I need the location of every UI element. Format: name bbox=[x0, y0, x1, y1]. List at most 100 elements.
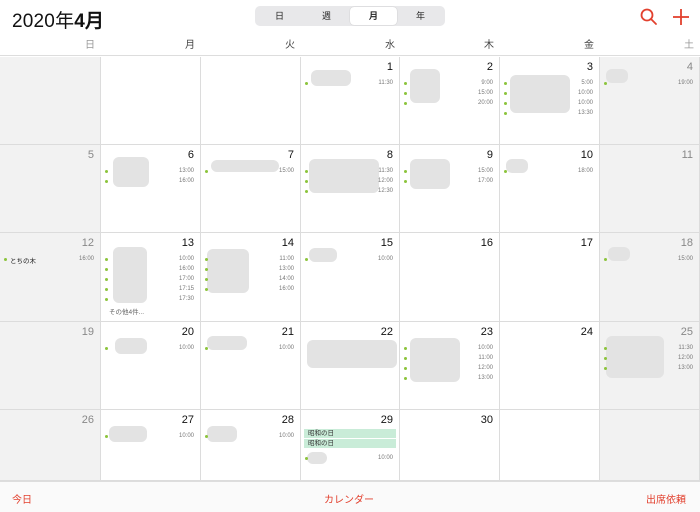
calendar-event[interactable]: 11:30 bbox=[305, 79, 395, 89]
calendar-event[interactable]: 10:00 bbox=[105, 344, 196, 354]
day-cell[interactable]: 18 15:00 bbox=[600, 233, 700, 322]
day-cell[interactable]: 11 bbox=[600, 145, 700, 233]
event-time: 11:30 bbox=[678, 345, 693, 351]
day-cell[interactable]: 23 10:00 11:00 12:00 13:00 bbox=[400, 322, 500, 410]
calendar-event[interactable]: 20:00 bbox=[404, 99, 495, 109]
holiday-banner[interactable]: 昭和の日 bbox=[304, 439, 396, 448]
calendar-event[interactable]: 10:00 bbox=[305, 454, 395, 464]
calendar-event[interactable]: 11:30 bbox=[305, 167, 395, 177]
calendar-event[interactable]: 17:00 bbox=[105, 275, 196, 285]
inbox-button[interactable]: 出席依頼 bbox=[646, 491, 686, 506]
calendar-event[interactable]: 10:00 bbox=[205, 432, 296, 442]
holiday-banner[interactable]: 昭和の日 bbox=[304, 429, 396, 438]
calendar-event[interactable]: 12:00 bbox=[404, 364, 495, 374]
calendars-button[interactable]: カレンダー bbox=[324, 491, 374, 506]
calendar-event[interactable]: 17:00 bbox=[404, 177, 495, 187]
event-time: 15:00 bbox=[677, 256, 693, 262]
calendar-event[interactable]: とちの木 16:00 bbox=[4, 255, 96, 265]
search-icon[interactable] bbox=[638, 6, 660, 28]
calendar-event[interactable]: 15:00 bbox=[404, 89, 495, 99]
day-cell[interactable]: 12 とちの木 16:00 bbox=[0, 233, 101, 322]
day-cell[interactable] bbox=[600, 410, 700, 481]
day-cell[interactable] bbox=[500, 410, 600, 481]
day-cell[interactable]: 16 bbox=[400, 233, 500, 322]
day-cell[interactable]: 30 bbox=[400, 410, 500, 481]
day-cell[interactable]: 3 5:00 10:00 10:00 13:30 bbox=[500, 57, 600, 145]
calendar-event[interactable]: 5:00 bbox=[504, 79, 595, 89]
calendar-event[interactable]: 19:00 bbox=[604, 79, 695, 89]
day-cell[interactable] bbox=[0, 57, 101, 145]
day-cell[interactable]: 8 11:30 12:00 12:30 bbox=[301, 145, 400, 233]
calendar-event[interactable]: 10:00 bbox=[305, 255, 395, 265]
calendar-event[interactable]: 16:00 bbox=[205, 285, 296, 295]
day-cell[interactable]: 20 10:00 bbox=[101, 322, 201, 410]
day-cell[interactable] bbox=[101, 57, 201, 145]
day-cell[interactable]: 19 bbox=[0, 322, 101, 410]
event-time: 12:30 bbox=[377, 188, 393, 194]
calendar-event[interactable]: 13:00 bbox=[205, 265, 296, 275]
event-dot-icon bbox=[404, 170, 407, 173]
day-cell[interactable]: 26 bbox=[0, 410, 101, 481]
calendar-event[interactable]: 13:30 bbox=[504, 109, 595, 119]
calendar-event[interactable]: 13:00 bbox=[105, 167, 196, 177]
day-cell[interactable]: 5 bbox=[0, 145, 101, 233]
calendar-event[interactable]: 12:00 bbox=[604, 354, 695, 364]
day-cell[interactable]: 21 10:00 bbox=[201, 322, 301, 410]
event-dot-icon bbox=[105, 288, 108, 291]
day-number: 25 bbox=[680, 326, 693, 338]
calendar-event[interactable]: 10:00 bbox=[504, 89, 595, 99]
calendar-event[interactable]: 9:00 bbox=[404, 79, 495, 89]
calendar-event[interactable]: 11:30 bbox=[604, 344, 695, 354]
day-cell[interactable]: 6 13:00 16:00 bbox=[101, 145, 201, 233]
calendar-event[interactable]: 13:00 bbox=[404, 374, 495, 384]
calendar-event[interactable]: 10:00 bbox=[404, 344, 495, 354]
day-cell[interactable]: 2 9:00 15:00 20:00 bbox=[400, 57, 500, 145]
calendar-event[interactable]: 16:00 bbox=[105, 177, 196, 187]
today-button[interactable]: 今日 bbox=[12, 491, 32, 506]
add-event-icon[interactable] bbox=[670, 6, 692, 28]
calendar-event[interactable]: 10:00 bbox=[105, 255, 196, 265]
redacted-event-title bbox=[307, 340, 397, 368]
calendar-event[interactable]: 10:00 bbox=[504, 99, 595, 109]
event-dot-icon bbox=[404, 347, 407, 350]
day-cell[interactable]: 22 bbox=[301, 322, 400, 410]
calendar-event[interactable]: 11:00 bbox=[404, 354, 495, 364]
day-cell[interactable]: 14 11:00 13:00 14:00 16:00 bbox=[201, 233, 301, 322]
calendar-event[interactable]: 10:00 bbox=[205, 344, 296, 354]
day-cell[interactable] bbox=[201, 57, 301, 145]
calendar-event[interactable]: 18:00 bbox=[504, 167, 595, 177]
calendar-event[interactable]: 13:00 bbox=[604, 364, 695, 374]
event-dot-icon bbox=[105, 268, 108, 271]
tab-year[interactable]: 年 bbox=[397, 7, 444, 25]
calendar-event[interactable]: 11:00 bbox=[205, 255, 296, 265]
day-cell[interactable]: 4 19:00 bbox=[600, 57, 700, 145]
day-cell[interactable]: 10 18:00 bbox=[500, 145, 600, 233]
tab-week[interactable]: 週 bbox=[303, 7, 350, 25]
day-cell[interactable]: 27 10:00 bbox=[101, 410, 201, 481]
calendar-event[interactable]: 15:00 bbox=[604, 255, 695, 265]
day-cell[interactable]: 29 昭和の日 昭和の日 10:00 bbox=[301, 410, 400, 481]
day-cell[interactable]: 17 bbox=[500, 233, 600, 322]
day-cell[interactable]: 15 10:00 bbox=[301, 233, 400, 322]
calendar-event[interactable]: 17:15 bbox=[105, 285, 196, 295]
calendar-event[interactable]: 15:00 bbox=[205, 167, 296, 177]
calendar-event[interactable]: 16:00 bbox=[105, 265, 196, 275]
tab-month[interactable]: 月 bbox=[350, 7, 397, 25]
day-cell[interactable]: 13 10:00 16:00 17:00 17:15 17:30 その他4件... bbox=[101, 233, 201, 322]
day-cell[interactable]: 9 15:00 17:00 bbox=[400, 145, 500, 233]
calendar-event[interactable]: 10:00 bbox=[105, 432, 196, 442]
calendar-event[interactable]: 17:30 bbox=[105, 295, 196, 305]
day-cell[interactable]: 7 15:00 bbox=[201, 145, 301, 233]
calendar-event[interactable]: 15:00 bbox=[404, 167, 495, 177]
calendar-event[interactable]: 12:00 bbox=[305, 177, 395, 187]
day-cell[interactable]: 1 11:30 bbox=[301, 57, 400, 145]
event-dot-icon bbox=[404, 92, 407, 95]
day-cell[interactable]: 24 bbox=[500, 322, 600, 410]
tab-day[interactable]: 日 bbox=[256, 7, 303, 25]
more-events-link[interactable]: その他4件... bbox=[109, 306, 144, 316]
calendar-event[interactable]: 14:00 bbox=[205, 275, 296, 285]
day-cell[interactable]: 28 10:00 bbox=[201, 410, 301, 481]
event-time: 13:30 bbox=[577, 110, 593, 116]
day-cell[interactable]: 25 11:30 12:00 13:00 bbox=[600, 322, 700, 410]
calendar-event[interactable]: 12:30 bbox=[305, 187, 395, 197]
